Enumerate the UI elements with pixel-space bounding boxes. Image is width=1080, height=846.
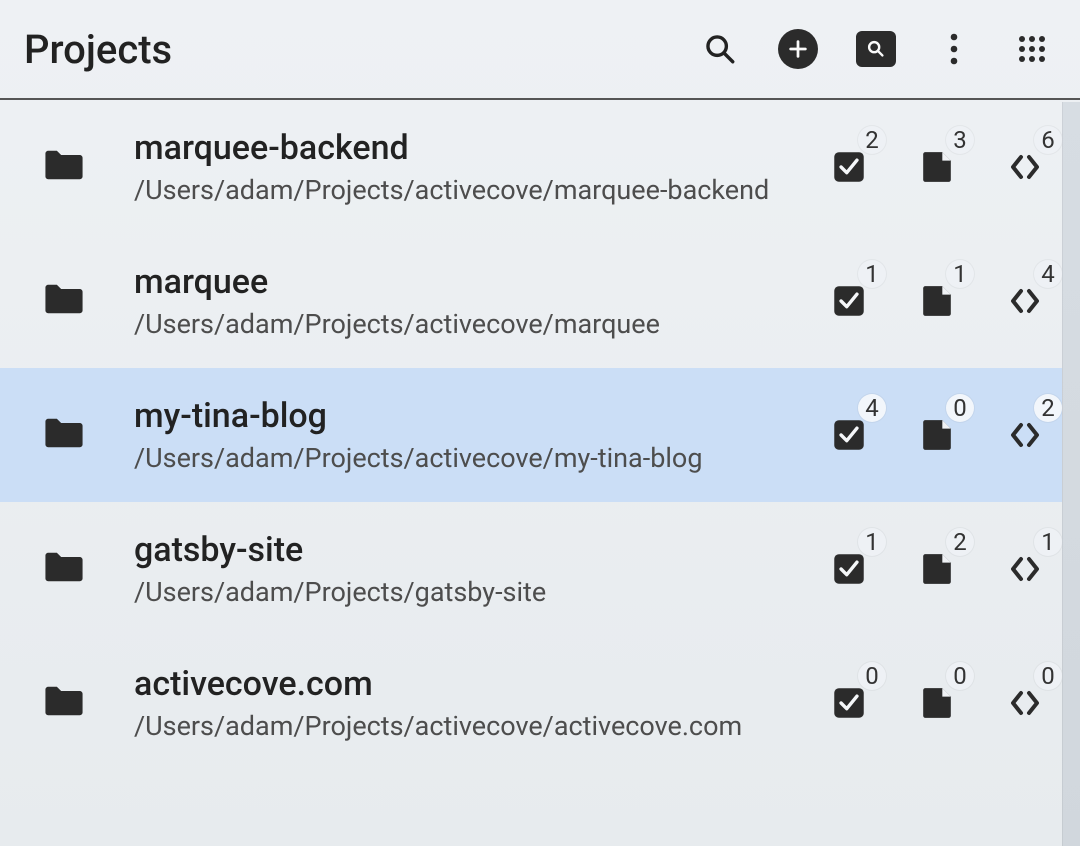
find-in-project-icon (856, 31, 896, 67)
snippets-counter[interactable]: 1 (1004, 548, 1046, 590)
project-name: my-tina-blog (134, 396, 782, 436)
notes-counter[interactable]: 2 (916, 548, 958, 590)
panel-title: Projects (24, 26, 172, 73)
project-path: /Users/adam/Projects/activecove/marquee (134, 308, 782, 340)
notes-count: 2 (946, 528, 974, 556)
project-list[interactable]: marquee-backend /Users/adam/Projects/act… (0, 100, 1080, 846)
todos-count: 1 (858, 260, 886, 288)
snippets-counter[interactable]: 2 (1004, 414, 1046, 456)
scrollbar-track[interactable] (1062, 102, 1080, 846)
note-icon (921, 150, 953, 184)
folder-icon (40, 145, 88, 189)
project-info: gatsby-site /Users/adam/Projects/gatsby-… (134, 530, 782, 608)
project-path: /Users/adam/Projects/gatsby-site (134, 576, 782, 608)
checkbox-icon (832, 418, 866, 452)
project-name: marquee-backend (134, 128, 782, 168)
snippets-count: 0 (1034, 662, 1062, 690)
notes-count: 0 (946, 662, 974, 690)
notes-counter[interactable]: 0 (916, 414, 958, 456)
project-counters: 1 1 4 (828, 280, 1050, 322)
todos-count: 4 (858, 394, 886, 422)
checkbox-icon (832, 150, 866, 184)
project-row[interactable]: my-tina-blog /Users/adam/Projects/active… (0, 368, 1080, 502)
snippets-count: 2 (1034, 394, 1062, 422)
add-icon (778, 29, 818, 69)
snippets-counter[interactable]: 0 (1004, 682, 1046, 724)
todos-counter[interactable]: 1 (828, 548, 870, 590)
projects-panel: Projects (0, 0, 1080, 846)
todos-counter[interactable]: 4 (828, 414, 870, 456)
snippets-counter[interactable]: 6 (1004, 146, 1046, 188)
notes-counter[interactable]: 3 (916, 146, 958, 188)
find-in-project-button[interactable] (856, 29, 896, 69)
folder-icon (40, 681, 88, 725)
notes-count: 0 (946, 394, 974, 422)
project-path: /Users/adam/Projects/activecove/my-tina-… (134, 442, 782, 474)
add-project-button[interactable] (778, 29, 818, 69)
notes-counter[interactable]: 1 (916, 280, 958, 322)
snippets-count: 1 (1034, 528, 1062, 556)
project-path: /Users/adam/Projects/activecove/marquee-… (134, 174, 782, 206)
code-icon (1006, 152, 1044, 182)
project-counters: 4 0 2 (828, 414, 1050, 456)
project-name: marquee (134, 262, 782, 302)
code-icon (1006, 554, 1044, 584)
todos-count: 2 (858, 126, 886, 154)
todos-count: 0 (858, 662, 886, 690)
more-menu-button[interactable] (934, 29, 974, 69)
note-icon (921, 284, 953, 318)
note-icon (921, 552, 953, 586)
project-row[interactable]: activecove.com /Users/adam/Projects/acti… (0, 636, 1080, 770)
project-name: gatsby-site (134, 530, 782, 570)
header-actions (700, 29, 1056, 69)
checkbox-icon (832, 284, 866, 318)
project-row[interactable]: marquee-backend /Users/adam/Projects/act… (0, 100, 1080, 234)
project-counters: 2 3 6 (828, 146, 1050, 188)
notes-counter[interactable]: 0 (916, 682, 958, 724)
project-info: my-tina-blog /Users/adam/Projects/active… (134, 396, 782, 474)
more-vert-icon (949, 32, 959, 66)
apps-grid-button[interactable] (1012, 29, 1052, 69)
todos-count: 1 (858, 528, 886, 556)
note-icon (921, 686, 953, 720)
search-button[interactable] (700, 29, 740, 69)
folder-icon (40, 279, 88, 323)
checkbox-icon (832, 552, 866, 586)
apps-grid-icon (1017, 34, 1047, 64)
todos-counter[interactable]: 2 (828, 146, 870, 188)
folder-icon (40, 413, 88, 457)
checkbox-icon (832, 686, 866, 720)
todos-counter[interactable]: 1 (828, 280, 870, 322)
code-icon (1006, 420, 1044, 450)
todos-counter[interactable]: 0 (828, 682, 870, 724)
search-icon (703, 32, 737, 66)
code-icon (1006, 688, 1044, 718)
code-icon (1006, 286, 1044, 316)
project-info: marquee /Users/adam/Projects/activecove/… (134, 262, 782, 340)
project-counters: 1 2 1 (828, 548, 1050, 590)
notes-count: 1 (946, 260, 974, 288)
notes-count: 3 (946, 126, 974, 154)
snippets-count: 6 (1034, 126, 1062, 154)
project-info: marquee-backend /Users/adam/Projects/act… (134, 128, 782, 206)
note-icon (921, 418, 953, 452)
snippets-counter[interactable]: 4 (1004, 280, 1046, 322)
snippets-count: 4 (1034, 260, 1062, 288)
project-path: /Users/adam/Projects/activecove/activeco… (134, 710, 782, 742)
project-row[interactable]: marquee /Users/adam/Projects/activecove/… (0, 234, 1080, 368)
project-info: activecove.com /Users/adam/Projects/acti… (134, 664, 782, 742)
project-row[interactable]: gatsby-site /Users/adam/Projects/gatsby-… (0, 502, 1080, 636)
project-name: activecove.com (134, 664, 782, 704)
folder-icon (40, 547, 88, 591)
project-counters: 0 0 0 (828, 682, 1050, 724)
panel-header: Projects (0, 0, 1080, 100)
